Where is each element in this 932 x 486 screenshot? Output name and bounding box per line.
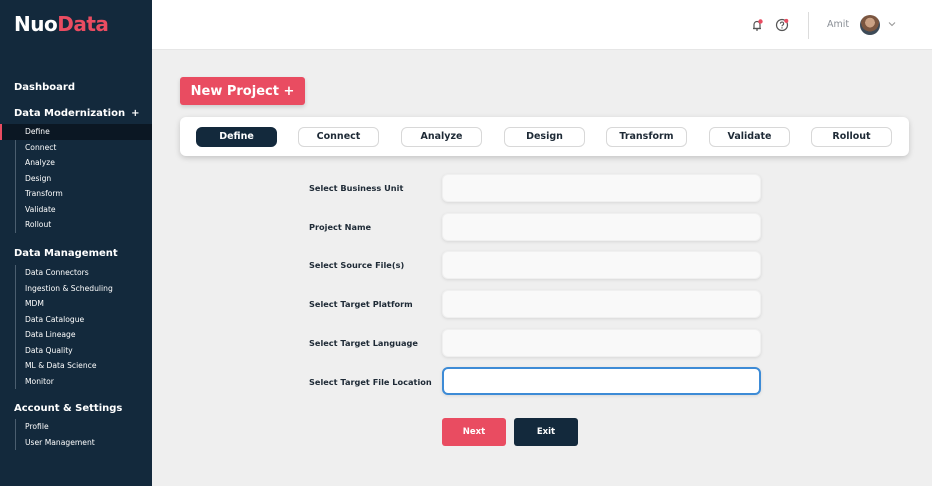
brand-logo[interactable]: NuoData bbox=[14, 12, 109, 36]
data-modernization-list: Define Connect Analyze Design Transform … bbox=[0, 124, 152, 233]
expand-plus-icon[interactable]: + bbox=[131, 108, 139, 119]
account-settings-list: Profile User Management bbox=[0, 419, 152, 450]
source-files-field[interactable] bbox=[442, 251, 761, 279]
sidebar-item-connect[interactable]: Connect bbox=[0, 140, 152, 156]
target-platform-field[interactable] bbox=[442, 290, 761, 318]
sidebar-item-ingestion-scheduling[interactable]: Ingestion & Scheduling bbox=[0, 281, 152, 297]
tab-define[interactable]: Define bbox=[196, 127, 277, 147]
tab-transform[interactable]: Transform bbox=[606, 127, 687, 147]
tab-design[interactable]: Design bbox=[504, 127, 585, 147]
sidebar-item-rollout[interactable]: Rollout bbox=[0, 217, 152, 233]
source-files-label: Select Source File(s) bbox=[309, 260, 405, 270]
sidebar-item-mdm[interactable]: MDM bbox=[0, 296, 152, 312]
project-name-field[interactable] bbox=[442, 213, 761, 241]
exit-button[interactable]: Exit bbox=[514, 418, 578, 446]
tab-rollout[interactable]: Rollout bbox=[811, 127, 892, 147]
chevron-down-icon[interactable] bbox=[888, 21, 896, 27]
sidebar-item-data-catalogue[interactable]: Data Catalogue bbox=[0, 312, 152, 328]
sidebar-item-transform[interactable]: Transform bbox=[0, 186, 152, 202]
sidebar-item-define[interactable]: Define bbox=[0, 124, 152, 140]
target-file-location-label: Select Target File Location bbox=[309, 377, 432, 387]
top-bar: Amit bbox=[152, 0, 932, 50]
tab-validate[interactable]: Validate bbox=[709, 127, 790, 147]
new-project-button[interactable]: New Project + bbox=[180, 77, 305, 105]
tab-analyze[interactable]: Analyze bbox=[401, 127, 482, 147]
sidebar: NuoData Dashboard Data Modernization + De… bbox=[0, 0, 152, 486]
sidebar-section-data-management[interactable]: Data Management bbox=[14, 248, 118, 259]
target-language-field[interactable] bbox=[442, 329, 761, 357]
sidebar-item-profile[interactable]: Profile bbox=[0, 419, 152, 435]
project-name-label: Project Name bbox=[309, 222, 372, 232]
sidebar-item-validate[interactable]: Validate bbox=[0, 202, 152, 218]
target-language-label: Select Target Language bbox=[309, 338, 418, 348]
sidebar-item-dashboard[interactable]: Dashboard bbox=[14, 82, 75, 93]
sidebar-item-user-management[interactable]: User Management bbox=[0, 435, 152, 451]
target-platform-label: Select Target Platform bbox=[309, 299, 413, 309]
section-title: Data Modernization bbox=[14, 108, 126, 119]
sidebar-item-data-lineage[interactable]: Data Lineage bbox=[0, 327, 152, 343]
data-management-list: Data Connectors Ingestion & Scheduling M… bbox=[0, 265, 152, 389]
sidebar-section-account-settings[interactable]: Account & Settings bbox=[14, 403, 122, 414]
header-divider bbox=[808, 12, 809, 39]
sidebar-item-data-quality[interactable]: Data Quality bbox=[0, 343, 152, 359]
business-unit-label: Select Business Unit bbox=[309, 183, 404, 193]
sidebar-item-data-connectors[interactable]: Data Connectors bbox=[0, 265, 152, 281]
business-unit-field[interactable] bbox=[442, 174, 761, 202]
sidebar-section-data-modernization[interactable]: Data Modernization + bbox=[14, 108, 139, 119]
sidebar-item-ml-data-science[interactable]: ML & Data Science bbox=[0, 358, 152, 374]
bell-icon[interactable] bbox=[749, 17, 765, 33]
sidebar-item-monitor[interactable]: Monitor bbox=[0, 374, 152, 390]
brand-logo-part1: Nuo bbox=[14, 12, 58, 36]
tab-connect[interactable]: Connect bbox=[298, 127, 379, 147]
target-file-location-field[interactable] bbox=[442, 367, 761, 395]
avatar[interactable] bbox=[860, 15, 880, 35]
user-name[interactable]: Amit bbox=[827, 19, 849, 30]
next-button[interactable]: Next bbox=[442, 418, 506, 446]
help-icon[interactable] bbox=[774, 17, 790, 33]
step-tabs: Define Connect Analyze Design Transform … bbox=[180, 117, 909, 156]
sidebar-item-design[interactable]: Design bbox=[0, 171, 152, 187]
sidebar-item-analyze[interactable]: Analyze bbox=[0, 155, 152, 171]
brand-logo-part2: Data bbox=[57, 12, 109, 36]
